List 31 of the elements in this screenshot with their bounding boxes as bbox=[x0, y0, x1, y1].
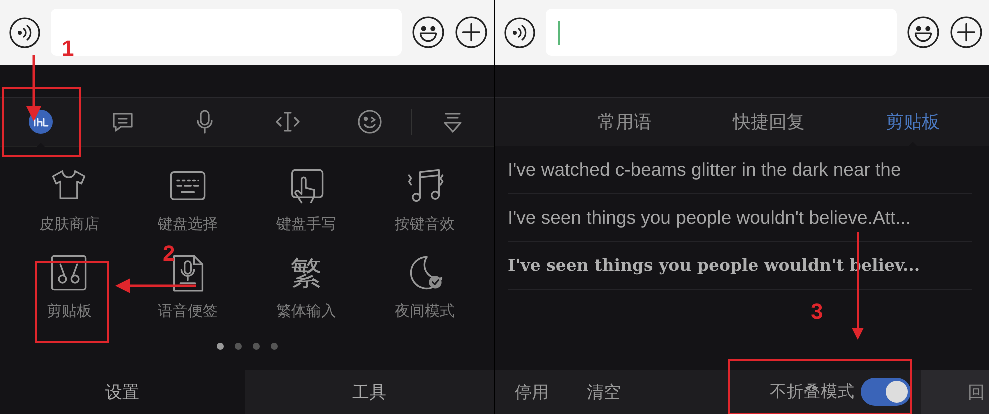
toggle-switch[interactable] bbox=[861, 378, 911, 406]
tool-tile[interactable]: 剪贴板 bbox=[10, 252, 128, 321]
tool-tile[interactable]: 繁 繁体输入 bbox=[247, 252, 366, 321]
tool-tile[interactable]: 夜间模式 bbox=[366, 252, 484, 321]
tool-tile[interactable]: 皮肤商店 bbox=[10, 165, 128, 234]
tool-tile[interactable]: 键盘手写 bbox=[247, 165, 366, 234]
step-number: 3 bbox=[811, 301, 824, 323]
voice-icon bbox=[504, 16, 536, 48]
logo-icon bbox=[27, 108, 56, 136]
clipboard-item[interactable]: I've seen things you people wouldn't believe.Att... bbox=[508, 194, 972, 242]
toggle-label: 不折叠模式 bbox=[770, 381, 855, 403]
voice-icon bbox=[9, 16, 41, 48]
clear-button[interactable]: 清空 bbox=[587, 380, 621, 404]
step-number: 2 bbox=[163, 243, 176, 265]
clipboard-item[interactable]: I've watched c-beams glitter in the dark near the bbox=[508, 146, 972, 194]
message-input[interactable] bbox=[546, 9, 897, 56]
add-icon bbox=[950, 16, 983, 49]
tool-tile[interactable]: 按键音效 bbox=[366, 165, 484, 234]
back-button[interactable]: 回 bbox=[921, 370, 989, 414]
tool-tile[interactable]: 键盘选择 bbox=[128, 165, 247, 234]
step-number: 1 bbox=[62, 38, 74, 60]
smiley-icon bbox=[412, 16, 445, 49]
wink-icon bbox=[356, 108, 384, 136]
smiley-icon bbox=[907, 16, 940, 49]
disable-button[interactable]: 停用 bbox=[515, 380, 549, 404]
bottom-tab[interactable]: 工具 bbox=[245, 370, 494, 414]
annotation-arrow bbox=[26, 55, 42, 122]
tab[interactable]: 剪贴板 bbox=[841, 98, 985, 146]
tab[interactable]: 快捷回复 bbox=[697, 98, 841, 146]
tab[interactable]: 常用语 bbox=[553, 98, 697, 146]
add-icon bbox=[455, 16, 488, 49]
